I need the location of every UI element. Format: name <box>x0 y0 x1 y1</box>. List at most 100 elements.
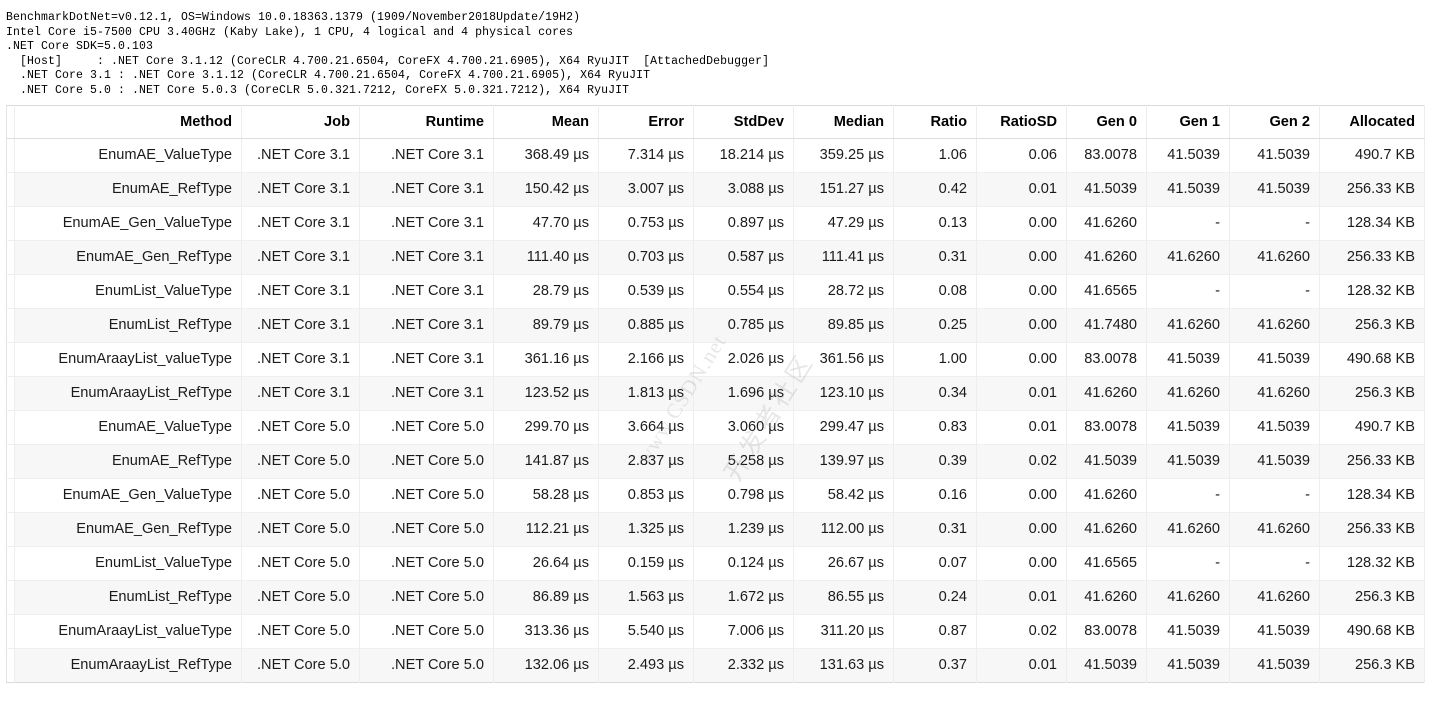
row-gutter-cell <box>7 478 15 512</box>
table-header-row: Method Job Runtime Mean Error StdDev Med… <box>7 105 1425 138</box>
cell-allocated: 256.33 KB <box>1320 444 1425 478</box>
cell-mean: 123.52 µs <box>494 376 599 410</box>
cell-allocated: 256.33 KB <box>1320 240 1425 274</box>
cell-ratio: 0.31 <box>894 240 977 274</box>
cell-median: 299.47 µs <box>794 410 894 444</box>
row-gutter-cell <box>7 240 15 274</box>
cell-runtime: .NET Core 3.1 <box>360 206 494 240</box>
cell-gen2: - <box>1230 478 1320 512</box>
cell-runtime: .NET Core 5.0 <box>360 580 494 614</box>
table-row[interactable]: EnumAE_Gen_ValueType.NET Core 3.1.NET Co… <box>7 206 1425 240</box>
cell-allocated: 128.34 KB <box>1320 206 1425 240</box>
cell-ratiosd: 0.00 <box>977 240 1067 274</box>
cell-gen2: 41.6260 <box>1230 580 1320 614</box>
cell-allocated: 490.7 KB <box>1320 138 1425 172</box>
cell-error: 2.166 µs <box>599 342 694 376</box>
table-row[interactable]: EnumAE_ValueType.NET Core 3.1.NET Core 3… <box>7 138 1425 172</box>
column-header-gen0[interactable]: Gen 0 <box>1067 105 1147 138</box>
cell-ratiosd: 0.01 <box>977 410 1067 444</box>
column-header-ratiosd[interactable]: RatioSD <box>977 105 1067 138</box>
table-row[interactable]: EnumAE_ValueType.NET Core 5.0.NET Core 5… <box>7 410 1425 444</box>
column-header-error[interactable]: Error <box>599 105 694 138</box>
table-row[interactable]: EnumAE_Gen_ValueType.NET Core 5.0.NET Co… <box>7 478 1425 512</box>
cell-mean: 111.40 µs <box>494 240 599 274</box>
row-gutter-cell <box>7 580 15 614</box>
cell-gen0: 83.0078 <box>1067 342 1147 376</box>
column-header-method[interactable]: Method <box>15 105 242 138</box>
environment-line: [Host] : .NET Core 3.1.12 (CoreCLR 4.700… <box>6 55 1436 70</box>
table-row[interactable]: EnumList_ValueType.NET Core 5.0.NET Core… <box>7 546 1425 580</box>
cell-gen2: 41.5039 <box>1230 614 1320 648</box>
row-gutter-cell <box>7 648 15 682</box>
cell-gen0: 41.6260 <box>1067 206 1147 240</box>
cell-gen1: 41.5039 <box>1147 444 1230 478</box>
cell-allocated: 128.32 KB <box>1320 274 1425 308</box>
cell-method: EnumAE_Gen_RefType <box>15 240 242 274</box>
cell-gen2: 41.5039 <box>1230 410 1320 444</box>
cell-mean: 86.89 µs <box>494 580 599 614</box>
table-row[interactable]: EnumList_RefType.NET Core 3.1.NET Core 3… <box>7 308 1425 342</box>
cell-gen1: 41.5039 <box>1147 648 1230 682</box>
table-row[interactable]: EnumAE_RefType.NET Core 5.0.NET Core 5.0… <box>7 444 1425 478</box>
cell-method: EnumAE_RefType <box>15 444 242 478</box>
cell-gen2: 41.6260 <box>1230 308 1320 342</box>
cell-ratio: 0.24 <box>894 580 977 614</box>
cell-gen0: 41.6260 <box>1067 512 1147 546</box>
cell-ratiosd: 0.01 <box>977 580 1067 614</box>
cell-stddev: 0.554 µs <box>694 274 794 308</box>
cell-mean: 368.49 µs <box>494 138 599 172</box>
column-header-median[interactable]: Median <box>794 105 894 138</box>
row-gutter-cell <box>7 376 15 410</box>
column-header-allocated[interactable]: Allocated <box>1320 105 1425 138</box>
table-row[interactable]: EnumAraayList_RefType.NET Core 5.0.NET C… <box>7 648 1425 682</box>
cell-error: 0.703 µs <box>599 240 694 274</box>
cell-gen0: 41.6260 <box>1067 580 1147 614</box>
column-header-gen1[interactable]: Gen 1 <box>1147 105 1230 138</box>
cell-gen2: - <box>1230 274 1320 308</box>
table-row[interactable]: EnumList_RefType.NET Core 5.0.NET Core 5… <box>7 580 1425 614</box>
table-row[interactable]: EnumAraayList_RefType.NET Core 3.1.NET C… <box>7 376 1425 410</box>
cell-runtime: .NET Core 3.1 <box>360 308 494 342</box>
cell-runtime: .NET Core 5.0 <box>360 410 494 444</box>
cell-method: EnumAraayList_RefType <box>15 376 242 410</box>
benchmark-results-table: Method Job Runtime Mean Error StdDev Med… <box>6 105 1425 683</box>
column-header-mean[interactable]: Mean <box>494 105 599 138</box>
column-header-ratio[interactable]: Ratio <box>894 105 977 138</box>
cell-allocated: 256.3 KB <box>1320 308 1425 342</box>
table-row[interactable]: EnumAE_Gen_RefType.NET Core 3.1.NET Core… <box>7 240 1425 274</box>
cell-job: .NET Core 3.1 <box>242 172 360 206</box>
column-header-gen2[interactable]: Gen 2 <box>1230 105 1320 138</box>
cell-job: .NET Core 5.0 <box>242 444 360 478</box>
column-header-runtime[interactable]: Runtime <box>360 105 494 138</box>
cell-allocated: 128.34 KB <box>1320 478 1425 512</box>
table-row[interactable]: EnumList_ValueType.NET Core 3.1.NET Core… <box>7 274 1425 308</box>
cell-method: EnumList_RefType <box>15 308 242 342</box>
table-row[interactable]: EnumAE_Gen_RefType.NET Core 5.0.NET Core… <box>7 512 1425 546</box>
cell-gen2: 41.5039 <box>1230 138 1320 172</box>
cell-median: 111.41 µs <box>794 240 894 274</box>
table-row[interactable]: EnumAE_RefType.NET Core 3.1.NET Core 3.1… <box>7 172 1425 206</box>
cell-gen0: 41.5039 <box>1067 648 1147 682</box>
column-header-stddev[interactable]: StdDev <box>694 105 794 138</box>
cell-error: 2.837 µs <box>599 444 694 478</box>
row-gutter-header <box>7 105 15 138</box>
row-gutter-cell <box>7 410 15 444</box>
column-header-job[interactable]: Job <box>242 105 360 138</box>
cell-gen1: 41.6260 <box>1147 240 1230 274</box>
cell-error: 0.159 µs <box>599 546 694 580</box>
cell-stddev: 1.239 µs <box>694 512 794 546</box>
cell-mean: 26.64 µs <box>494 546 599 580</box>
cell-ratio: 0.87 <box>894 614 977 648</box>
cell-job: .NET Core 5.0 <box>242 648 360 682</box>
cell-median: 89.85 µs <box>794 308 894 342</box>
cell-gen1: 41.5039 <box>1147 614 1230 648</box>
cell-ratiosd: 0.01 <box>977 648 1067 682</box>
row-gutter-cell <box>7 342 15 376</box>
cell-stddev: 3.060 µs <box>694 410 794 444</box>
table-row[interactable]: EnumAraayList_valueType.NET Core 5.0.NET… <box>7 614 1425 648</box>
environment-line: .NET Core SDK=5.0.103 <box>6 40 1436 55</box>
cell-stddev: 18.214 µs <box>694 138 794 172</box>
cell-stddev: 0.124 µs <box>694 546 794 580</box>
table-row[interactable]: EnumAraayList_valueType.NET Core 3.1.NET… <box>7 342 1425 376</box>
cell-method: EnumList_RefType <box>15 580 242 614</box>
